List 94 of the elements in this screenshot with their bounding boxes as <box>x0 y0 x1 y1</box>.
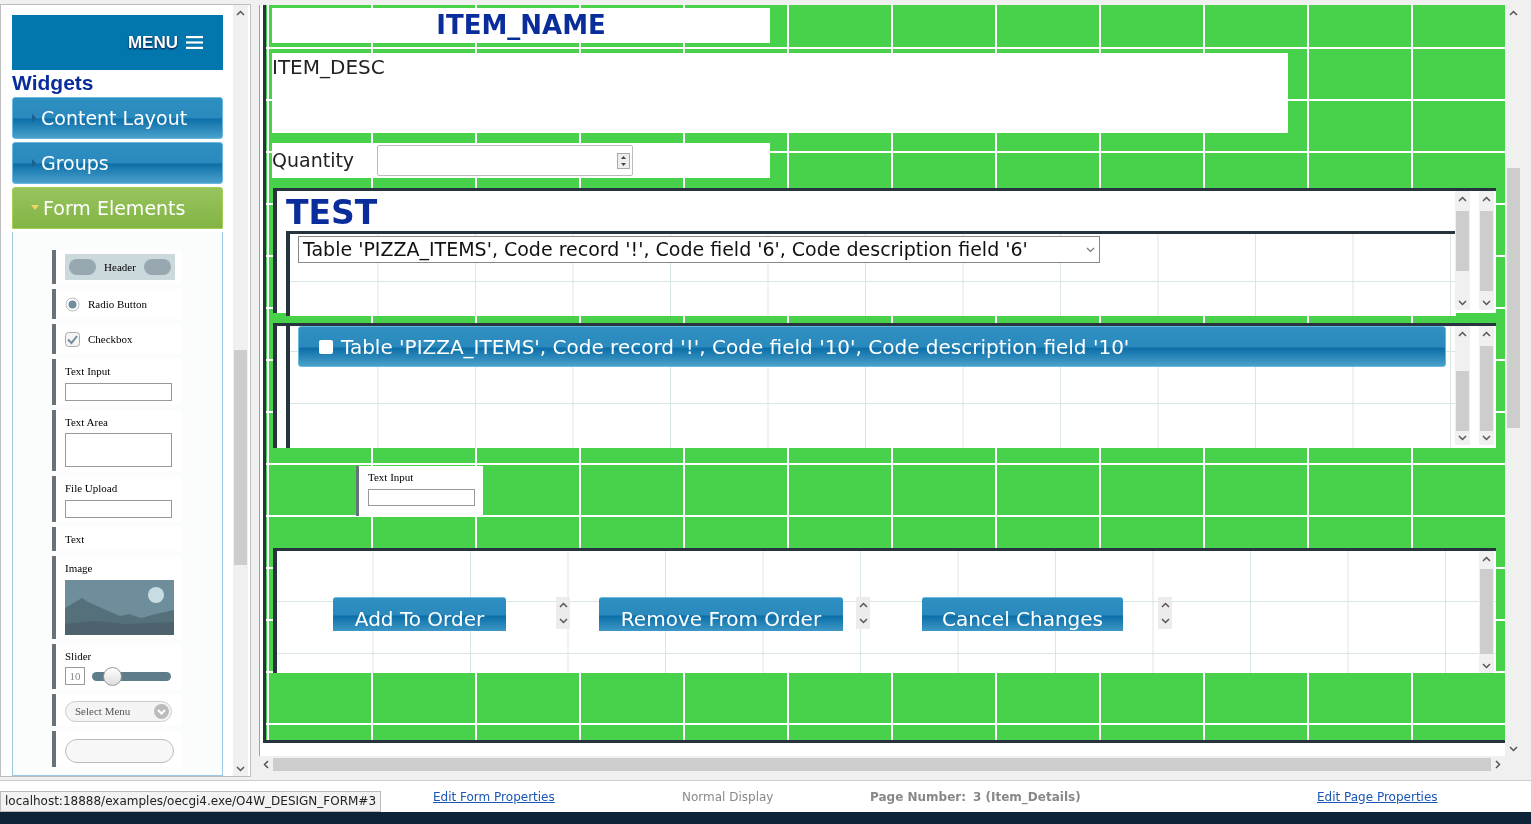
scrollbar-thumb[interactable] <box>1480 346 1493 431</box>
checkbox[interactable] <box>319 339 333 354</box>
accordion-header[interactable]: Content Layout <box>12 97 223 139</box>
chevron-down-icon <box>1458 434 1467 441</box>
chevron-up-icon <box>558 602 568 608</box>
palette-label: Header <box>104 259 136 275</box>
edit-page-properties-link[interactable]: Edit Page Properties <box>1317 787 1438 806</box>
chevron-down-icon <box>1160 618 1170 624</box>
palette-label: Select Menu <box>75 704 131 720</box>
pill-icon <box>69 259 96 275</box>
widget-label: Text Input <box>368 470 415 485</box>
page-number-value: 3 (Item_Details) <box>973 788 1082 806</box>
scrollbar[interactable] <box>1479 191 1494 310</box>
palette-item[interactable]: Text <box>52 526 181 551</box>
quantity-input[interactable] <box>377 145 633 176</box>
chevron-down-icon <box>1086 246 1095 253</box>
menu-icon <box>186 36 203 49</box>
palette-label: Text Input <box>65 364 112 379</box>
chevron-up-icon <box>858 602 868 608</box>
field-label: Quantity <box>272 148 356 174</box>
palette-item[interactable]: Select Menu <box>52 694 181 726</box>
spinner-control[interactable] <box>556 597 570 629</box>
scrollbar[interactable] <box>1455 191 1470 310</box>
chevron-down-icon <box>154 704 169 719</box>
spinner-control[interactable] <box>1158 597 1172 629</box>
scrollbar-thumb[interactable] <box>273 758 1491 771</box>
action-button[interactable]: Remove From Order <box>599 597 843 631</box>
accordion-header[interactable]: Groups <box>12 142 223 184</box>
page-number-label: Page Number: <box>870 788 967 806</box>
chevron-up-icon <box>1482 330 1491 337</box>
chevron-up-icon <box>1160 602 1170 608</box>
spinner-control[interactable] <box>856 597 870 629</box>
chevron-down-icon <box>1482 662 1491 669</box>
input-field[interactable] <box>368 488 475 506</box>
action-button[interactable]: Cancel Changes <box>922 597 1123 631</box>
chevron-down-icon <box>558 618 568 624</box>
scrollbar[interactable] <box>233 5 248 776</box>
palette-item[interactable] <box>52 731 181 767</box>
chevron-up-icon <box>236 9 245 16</box>
scrollbar-thumb[interactable] <box>1480 569 1493 654</box>
palette-item[interactable]: Text Input <box>52 359 181 405</box>
pill-icon <box>144 259 171 275</box>
collapsible-header[interactable]: Table 'PIZZA_ITEMS', Code record '!', Code field '10', Code description field '10' <box>298 326 1446 367</box>
chevron-up-icon <box>1482 195 1491 202</box>
item-desc-text: ITEM_DESC <box>272 54 386 81</box>
chevron-up-icon <box>1509 9 1518 16</box>
palette-label: Text <box>65 531 86 547</box>
chevron-down-icon <box>1482 299 1491 306</box>
palette-item[interactable]: Checkbox <box>52 324 181 354</box>
scrollbar-thumb[interactable] <box>1507 168 1520 428</box>
item-name-text: ITEM_NAME <box>436 9 606 42</box>
scrollbar[interactable] <box>1479 326 1494 445</box>
chevron-down-icon <box>1509 745 1518 752</box>
chevron-down-icon <box>858 618 868 624</box>
chevron-down-icon <box>236 765 245 772</box>
palette-label: Image <box>65 561 94 576</box>
scrollbar-thumb[interactable] <box>234 350 247 565</box>
slider-thumb[interactable] <box>102 666 122 686</box>
url-tooltip: localhost:18888/examples/oecgi4.exe/O4W_DESIGN_FORM#3 <box>0 791 382 812</box>
chevron-down-icon <box>1458 299 1467 306</box>
palette-item[interactable]: Slider 10 <box>52 643 181 689</box>
menu-button[interactable]: MENU <box>127 29 203 56</box>
scrollbar[interactable] <box>1455 326 1470 445</box>
scrollbar-thumb[interactable] <box>1480 211 1493 291</box>
slider-value: 10 <box>65 667 85 685</box>
spinner-icon <box>617 152 630 169</box>
palette-label: Checkbox <box>88 331 133 347</box>
action-button[interactable]: Add To Order <box>333 597 506 631</box>
chevron-down-icon <box>1482 434 1491 441</box>
chevron-up-icon <box>1458 195 1467 202</box>
display-mode-text: Normal Display <box>682 788 775 806</box>
palette-label: Slider <box>65 648 93 664</box>
palette-item[interactable]: Image <box>52 556 181 639</box>
palette-label: Text Area <box>65 414 109 430</box>
chevron-up-icon <box>1482 555 1491 562</box>
palette-item[interactable]: Header <box>52 250 181 284</box>
edit-form-properties-link[interactable]: Edit Form Properties <box>433 787 682 806</box>
chevron-left-icon <box>263 760 269 769</box>
select-field[interactable]: Table 'PIZZA_ITEMS', Code record '!', Code field '6', Code description field '6' <box>298 236 1100 263</box>
palette-label: File Upload <box>65 481 119 496</box>
caret-down-icon <box>31 205 39 211</box>
sidebar-title: Widgets <box>12 70 95 96</box>
panel-title: TEST <box>286 195 378 231</box>
scrollbar-thumb[interactable] <box>1456 371 1469 431</box>
caret-right-icon <box>31 114 37 122</box>
palette-item[interactable]: File Upload <box>52 476 181 522</box>
scrollbar-thumb[interactable] <box>1456 211 1469 271</box>
caret-right-icon <box>31 159 37 167</box>
palette-label: Radio Button <box>88 296 147 312</box>
palette-item[interactable]: Text Area <box>52 409 181 471</box>
chevron-up-icon <box>1458 330 1467 337</box>
palette-item[interactable]: Radio Button <box>52 289 181 319</box>
scrollbar[interactable] <box>1479 551 1494 673</box>
chevron-right-icon <box>1495 760 1501 769</box>
